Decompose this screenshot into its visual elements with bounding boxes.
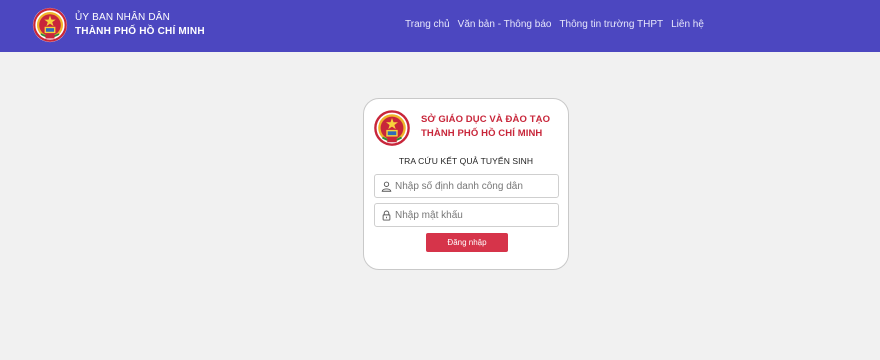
user-icon [381,181,392,192]
city-emblem-icon [373,109,411,147]
nav-contact[interactable]: Liên hệ [671,18,704,32]
nav-documents-announcements[interactable]: Văn bản - Thông báo [458,18,552,32]
city-emblem-icon[interactable] [32,7,68,43]
department-line2: THÀNH PHỐ HỒ CHÍ MINH [421,128,543,139]
main-nav: Trang chủ Văn bản - Thông báo Thông tin … [405,18,704,32]
citizen-id-field[interactable] [374,174,559,198]
login-button[interactable]: Đăng nhập [426,233,508,252]
department-name: SỞ GIÁO DỤC VÀ ĐÀO TẠO THÀNH PHỐ HỒ CHÍ … [421,113,550,141]
header-org-line2: THÀNH PHỐ HỒ CHÍ MINH [75,26,205,37]
top-header: ỦY BAN NHÂN DÂN THÀNH PHỐ HỒ CHÍ MINH Tr… [0,0,880,52]
department-line1: SỞ GIÁO DỤC VÀ ĐÀO TẠO [421,114,551,125]
nav-high-school-info[interactable]: Thông tin trường THPT [559,18,663,32]
password-field[interactable] [374,203,559,227]
login-card: SỞ GIÁO DỤC VÀ ĐÀO TẠO THÀNH PHỐ HỒ CHÍ … [363,98,569,270]
nav-home[interactable]: Trang chủ [405,18,450,32]
header-org-line1: ỦY BAN NHÂN DÂN [75,12,171,23]
password-input[interactable] [395,206,555,224]
login-subtitle: TRA CỨU KẾT QUẢ TUYỂN SINH [398,156,534,166]
lock-icon [382,210,391,221]
citizen-id-input[interactable] [395,177,555,195]
header-org-name: ỦY BAN NHÂN DÂN THÀNH PHỐ HỒ CHÍ MINH [75,11,205,39]
